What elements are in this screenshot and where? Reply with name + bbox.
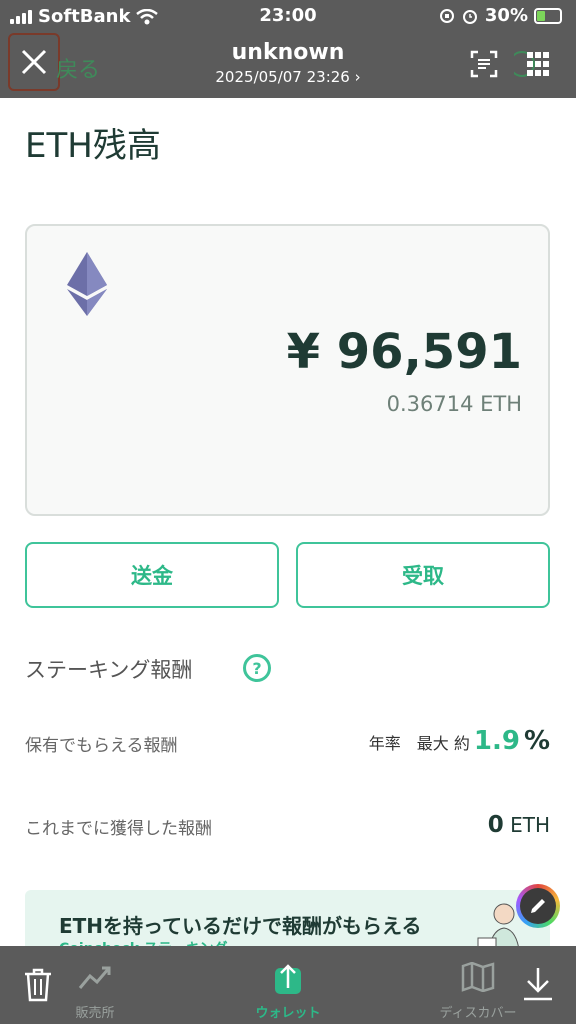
earned-label: これまでに獲得した報酬	[25, 819, 212, 839]
rotation-lock-icon	[439, 8, 454, 23]
nav-item-discover[interactable]: ディスカバー	[418, 946, 538, 1024]
reward-rate: 1.9	[473, 726, 520, 756]
nav-item-shop[interactable]: 販売所	[35, 946, 155, 1024]
nav-item-wallet[interactable]: ウォレット	[228, 946, 348, 1024]
banner-text: ETHを持っているだけで報酬がもらえる	[59, 914, 422, 938]
viewer-header: SoftBank 23:00 30% 戻る unknown 2025/05/07…	[0, 0, 576, 98]
reward-prefix: 年率 最大 約	[368, 734, 470, 753]
balance-card: ¥ 96,591 0.36714 ETH	[25, 224, 550, 516]
pencil-icon	[531, 899, 545, 913]
ethereum-logo-icon	[67, 252, 107, 316]
status-bar: SoftBank 23:00 30%	[0, 0, 576, 34]
nav-label-wallet: ウォレット	[255, 1006, 321, 1021]
send-button[interactable]: 送金	[25, 542, 279, 608]
map-icon	[461, 962, 495, 992]
reward-value: 年率 最大 約 1.9 %	[369, 726, 550, 756]
receive-button[interactable]: 受取	[296, 542, 550, 608]
chart-line-icon	[78, 966, 111, 989]
balance-jpy: ¥ 96,591	[286, 324, 522, 380]
grid-menu-icon[interactable]	[514, 48, 554, 80]
bottom-toolbar: 販売所 ウォレット ディスカバー	[0, 946, 576, 1024]
nav-label-discover: ディスカバー	[439, 1006, 517, 1021]
wallet-icon	[275, 964, 301, 994]
live-text-icon[interactable]	[470, 50, 498, 78]
markup-edit-button[interactable]	[516, 884, 560, 928]
balance-eth: 0.36714 ETH	[386, 392, 522, 416]
alarm-icon	[462, 9, 477, 24]
nav-label-shop: 販売所	[75, 1006, 115, 1021]
reward-label: 保有でもらえる報酬	[25, 736, 178, 756]
help-icon[interactable]: ?	[243, 654, 271, 682]
earned-value: 0 ETH	[488, 812, 550, 838]
download-icon[interactable]	[522, 966, 554, 1002]
reward-unit: %	[523, 726, 550, 756]
battery-percent: 30%	[484, 5, 528, 26]
earned-amount: 0	[487, 812, 504, 838]
earned-unit: ETH	[510, 813, 550, 837]
page-title: ETH残高	[25, 126, 161, 166]
battery-icon	[534, 7, 562, 24]
staking-title: ステーキング報酬	[25, 658, 193, 682]
